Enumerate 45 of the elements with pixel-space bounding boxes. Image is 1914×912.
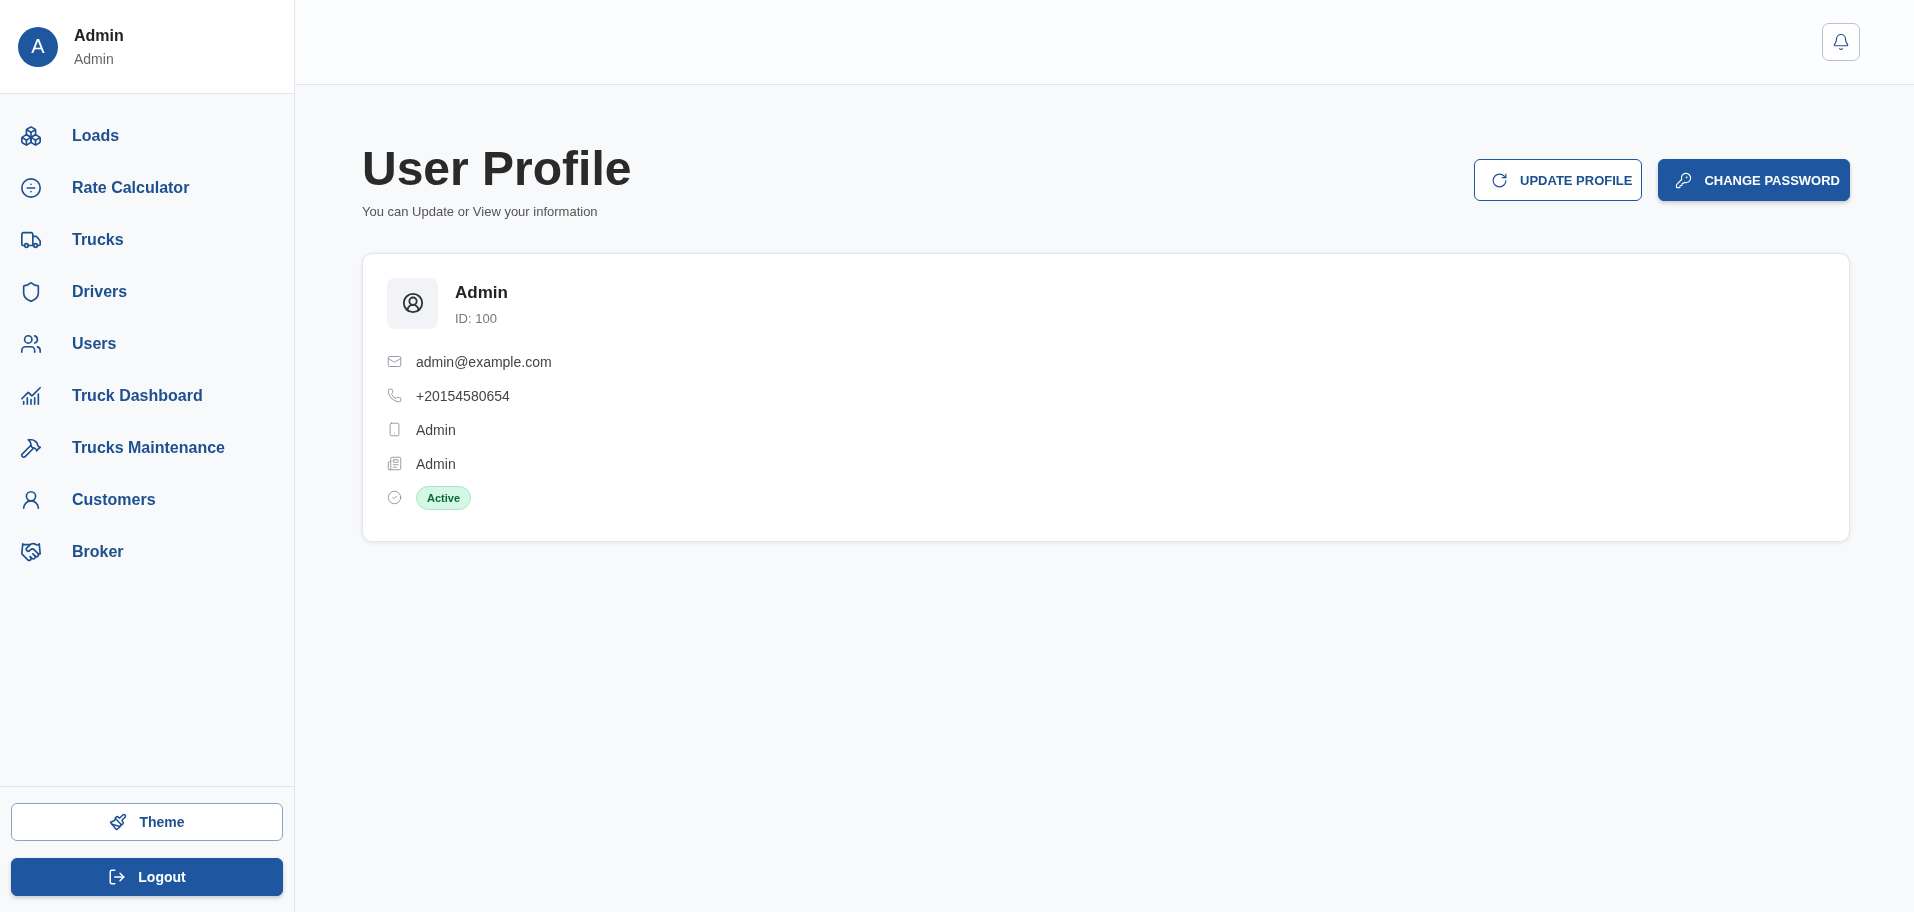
divide-icon (20, 177, 42, 199)
nav-item[interactable]: Trucks Maintenance (0, 422, 294, 474)
user-name: Admin (74, 26, 124, 45)
hammer-icon (20, 437, 42, 459)
user-circle-icon (401, 292, 424, 315)
detail-value: admin@example.com (416, 353, 552, 370)
notifications-button[interactable] (1822, 23, 1860, 61)
refresh-icon (1491, 171, 1508, 189)
key-icon (1675, 171, 1693, 189)
detail-value: +20154580654 (416, 387, 510, 404)
smartphone-icon (387, 422, 402, 438)
nav-item[interactable]: Trucks (0, 214, 294, 266)
user-avatar: A (18, 26, 58, 67)
users-icon (20, 333, 42, 355)
user-role: Admin (74, 50, 115, 67)
theme-button[interactable]: Theme (11, 803, 283, 841)
boxes-icon (20, 125, 42, 147)
update-profile-button[interactable]: UPDATE PROFILE (1474, 159, 1643, 201)
nav-item[interactable]: Customers (0, 474, 294, 526)
change-password-button[interactable]: CHANGE PASSWORD (1658, 159, 1850, 201)
user-icon (20, 489, 42, 511)
bell-icon (1832, 33, 1850, 51)
truck-icon (20, 229, 42, 251)
paintbrush-icon (109, 813, 128, 831)
handshake-icon (20, 541, 42, 563)
nav-item[interactable]: Drivers (0, 266, 294, 318)
mail-icon (387, 354, 402, 370)
profile-id: ID: 100 (455, 310, 498, 326)
profile-name: Admin (455, 282, 508, 303)
nav-item[interactable]: Truck Dashboard (0, 370, 294, 422)
nav-item[interactable]: Broker (0, 526, 294, 578)
chart-icon (20, 385, 42, 407)
detail-value: Admin (416, 455, 456, 472)
detail-value: Admin (416, 421, 456, 438)
shield-icon (20, 281, 42, 303)
page-title: User Profile (362, 143, 632, 196)
check-circle-icon (387, 490, 402, 506)
nav-item[interactable]: Loads (0, 110, 294, 162)
status-badge: Active (416, 485, 472, 510)
nav-item[interactable]: Users (0, 318, 294, 370)
logout-icon (108, 868, 127, 886)
phone-icon (387, 388, 402, 404)
page-subtitle: You can Update or View your information (362, 203, 599, 219)
logout-button[interactable]: Logout (11, 858, 283, 896)
nav-item[interactable]: Rate Calculator (0, 162, 294, 214)
